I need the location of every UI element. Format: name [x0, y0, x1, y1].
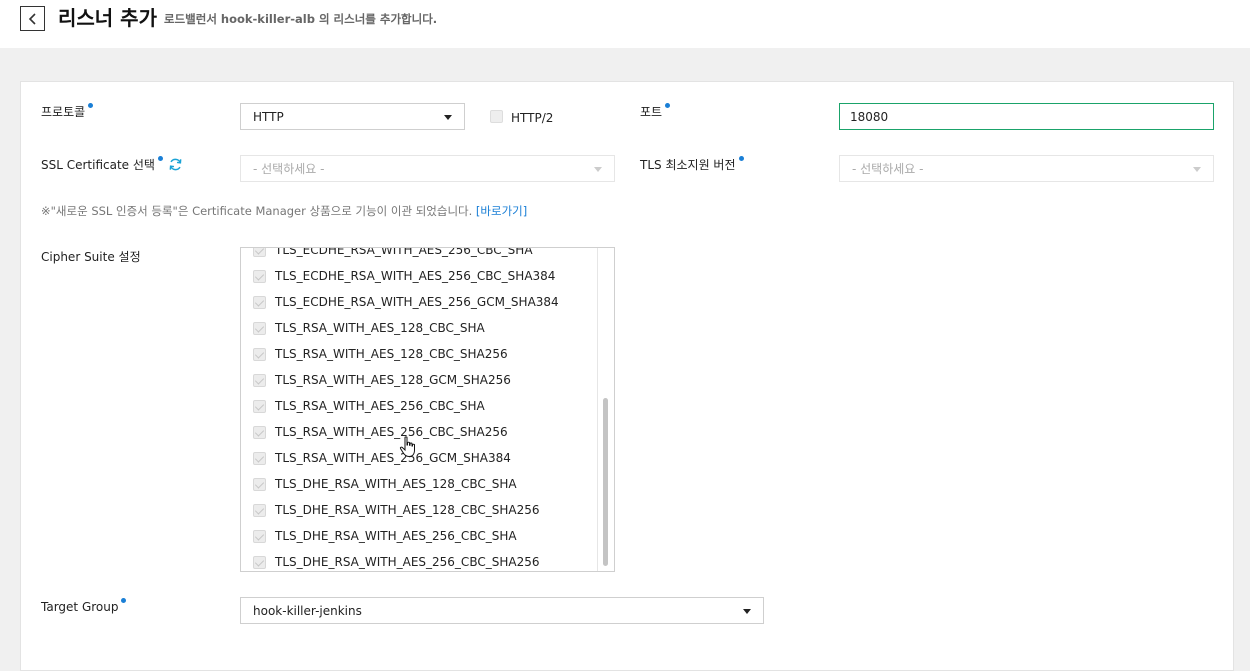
list-item[interactable]: TLS_RSA_WITH_AES_256_CBC_SHA [253, 396, 485, 416]
list-item[interactable]: TLS_RSA_WITH_AES_256_GCM_SHA384 [253, 448, 511, 468]
required-dot [665, 103, 671, 108]
cipher-suite-label: Cipher Suite 설정 [41, 250, 141, 264]
ssl-placeholder: - 선택하세요 - [253, 162, 325, 176]
list-item[interactable]: TLS_ECDHE_RSA_WITH_AES_256_CBC_SHA384 [253, 266, 555, 286]
required-dot [121, 598, 127, 603]
caret-down-icon [444, 115, 452, 120]
back-button[interactable] [20, 6, 45, 31]
caret-down-icon [594, 167, 602, 172]
target-group-select[interactable]: hook-killer-jenkins [240, 597, 764, 624]
port-input[interactable] [839, 103, 1214, 130]
scrollbar-thumb[interactable] [603, 398, 608, 566]
tls-version-select[interactable]: - 선택하세요 - [839, 155, 1214, 182]
chevron-left-icon [28, 12, 36, 25]
list-item[interactable]: TLS_RSA_WITH_AES_128_GCM_SHA256 [253, 370, 511, 390]
ssl-certificate-select[interactable]: - 선택하세요 - [240, 155, 615, 182]
list-item[interactable]: TLS_RSA_WITH_AES_256_CBC_SHA256 [253, 422, 508, 442]
http2-checkbox[interactable] [490, 110, 503, 123]
list-item[interactable]: TLS_DHE_RSA_WITH_AES_128_CBC_SHA256 [253, 500, 539, 520]
cipher-checkbox[interactable] [253, 373, 266, 387]
page-title: 리스너 추가 [58, 6, 157, 30]
hand-pointer-icon [399, 436, 415, 458]
protocol-value: HTTP [253, 110, 284, 124]
cipher-checkbox[interactable] [253, 248, 266, 257]
ssl-label: SSL Certificate 선택 [41, 156, 163, 173]
cipher-checkbox[interactable] [253, 555, 266, 569]
cipher-checkbox[interactable] [253, 477, 266, 491]
target-group-label: Target Group [41, 598, 127, 615]
protocol-select[interactable]: HTTP [240, 103, 465, 130]
caret-down-icon [743, 609, 751, 614]
list-scrollbar[interactable] [597, 248, 614, 571]
cipher-checkbox[interactable] [253, 295, 266, 309]
list-item[interactable]: TLS_ECDHE_RSA_WITH_AES_256_GCM_SHA384 [253, 292, 559, 312]
cipher-checkbox[interactable] [253, 503, 266, 517]
protocol-label: 프로토콜 [41, 103, 94, 120]
port-label: 포트 [640, 103, 671, 120]
cipher-checkbox[interactable] [253, 529, 266, 543]
cipher-checkbox[interactable] [253, 269, 266, 283]
list-item[interactable]: TLS_RSA_WITH_AES_128_CBC_SHA [253, 318, 485, 338]
cipher-checkbox[interactable] [253, 399, 266, 413]
refresh-icon[interactable] [168, 157, 183, 172]
list-item[interactable]: TLS_DHE_RSA_WITH_AES_256_CBC_SHA [253, 526, 517, 546]
cipher-suite-list[interactable]: TLS_ECDHE_RSA_WITH_AES_256_CBC_SHA TLS_E… [240, 247, 615, 572]
migration-notice: ※"새로운 SSL 인증서 등록"은 Certificate Manager 상… [41, 204, 528, 218]
cipher-checkbox[interactable] [253, 321, 266, 335]
list-item[interactable]: TLS_ECDHE_RSA_WITH_AES_256_CBC_SHA [253, 248, 533, 260]
required-dot [88, 103, 94, 108]
tls-label: TLS 최소지원 버전 [640, 156, 744, 173]
cipher-checkbox[interactable] [253, 451, 266, 465]
tls-placeholder: - 선택하세요 - [852, 162, 924, 176]
required-dot [157, 156, 163, 161]
page-subtitle: 로드밸런서 hook-killer-alb 의 리스너를 추가합니다. [164, 12, 438, 26]
list-item[interactable]: TLS_DHE_RSA_WITH_AES_128_CBC_SHA [253, 474, 517, 494]
caret-down-icon [1193, 167, 1201, 172]
http2-label: HTTP/2 [511, 111, 554, 125]
required-dot [738, 156, 744, 161]
page-header: 리스너 추가 로드밸런서 hook-killer-alb 의 리스너를 추가합니… [0, 0, 1250, 48]
target-group-value: hook-killer-jenkins [253, 604, 362, 618]
shortcut-link[interactable]: [바로가기] [476, 204, 527, 218]
list-item[interactable]: TLS_RSA_WITH_AES_128_CBC_SHA256 [253, 344, 508, 364]
cipher-checkbox[interactable] [253, 347, 266, 361]
cipher-checkbox[interactable] [253, 425, 266, 439]
list-item[interactable]: TLS_DHE_RSA_WITH_AES_256_CBC_SHA256 [253, 552, 539, 571]
